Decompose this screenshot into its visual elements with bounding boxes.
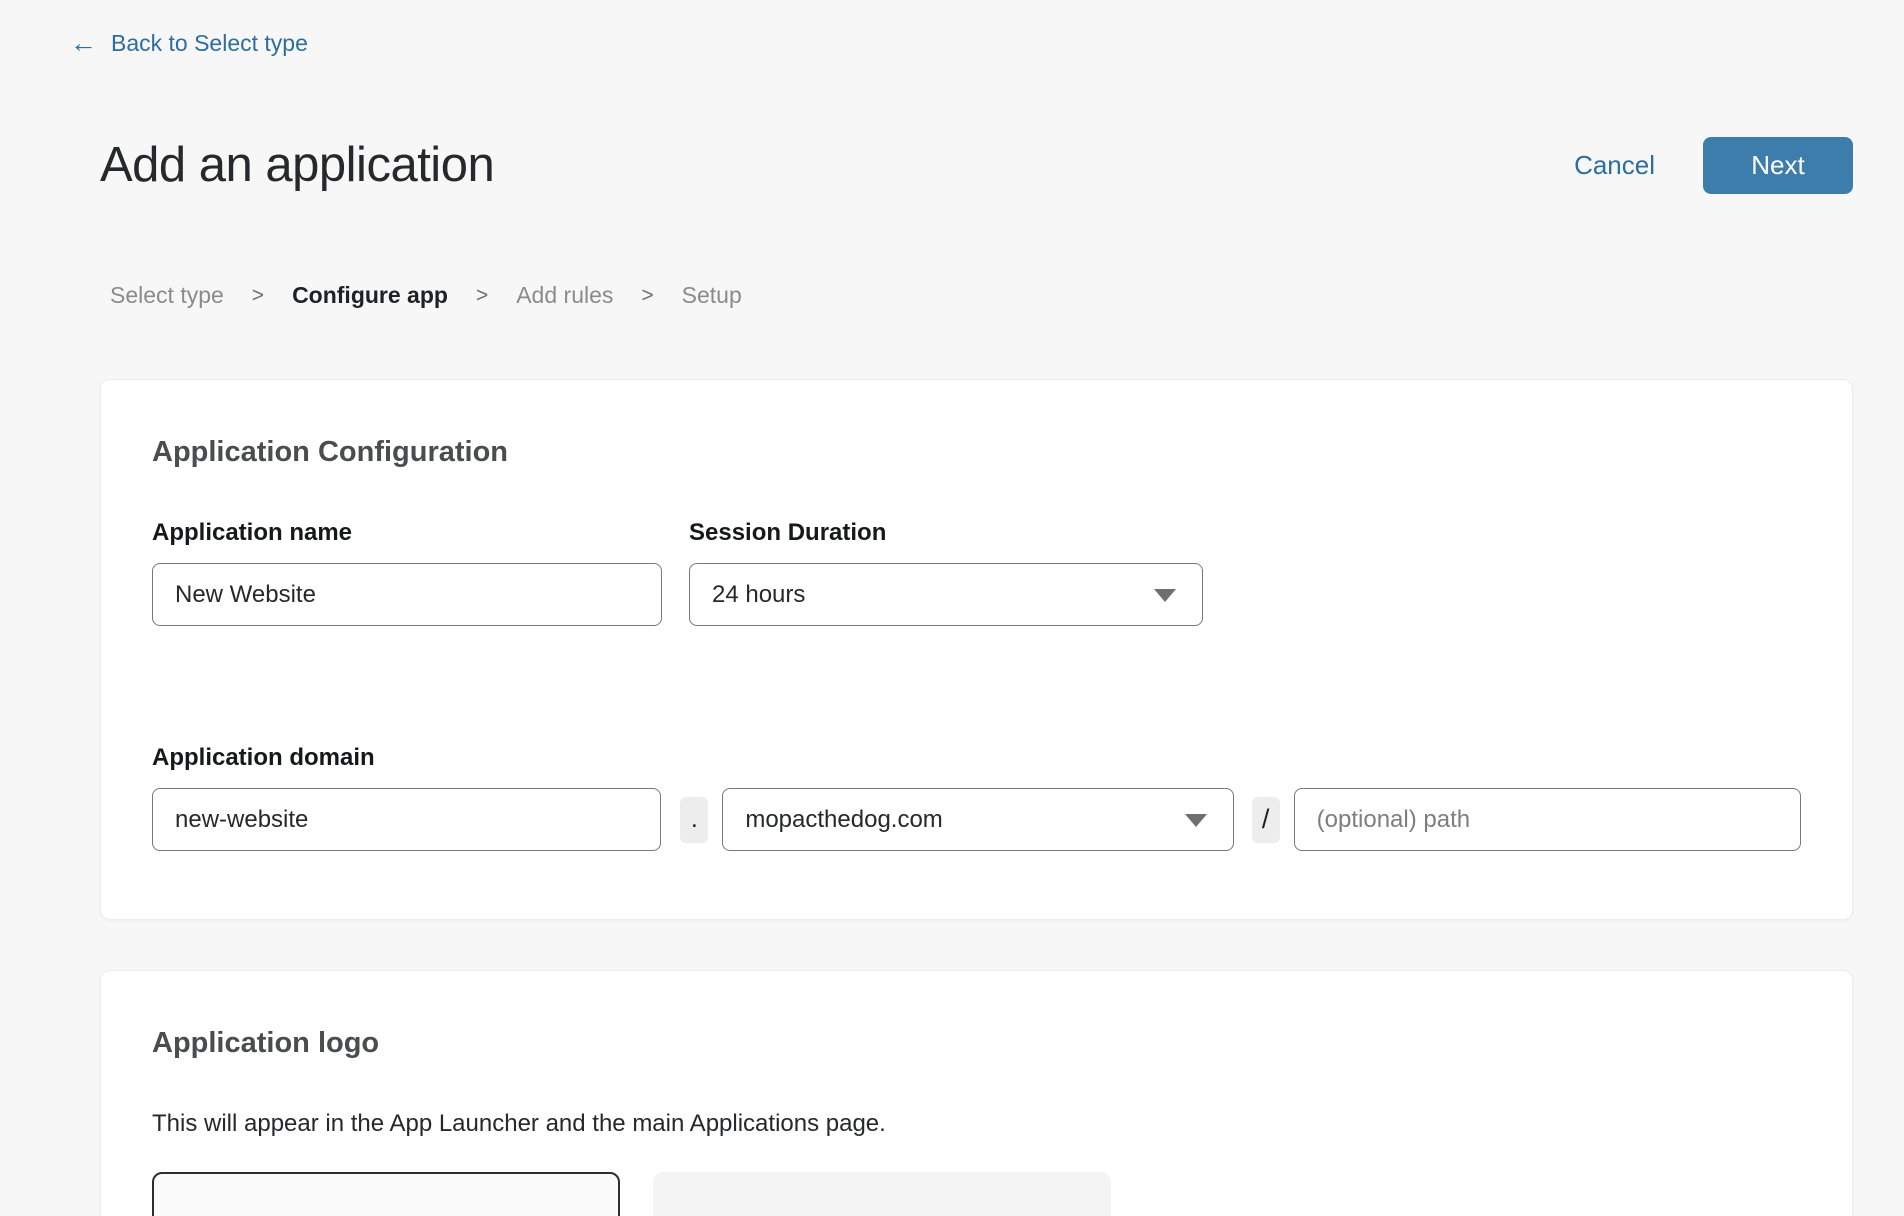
step-add-rules[interactable]: Add rules [516,282,613,309]
config-card-title: Application Configuration [152,436,1801,469]
cancel-button[interactable]: Cancel [1574,150,1655,181]
header-actions: Cancel Next [1574,137,1853,194]
slash-separator: / [1252,797,1280,843]
application-domain-field: Application domain . mopacthedog.com / [152,744,1801,851]
application-name-input[interactable] [152,563,662,626]
application-name-field: Application name [152,519,662,626]
session-duration-select[interactable]: 24 hours [689,563,1203,626]
next-button[interactable]: Next [1703,137,1853,194]
application-configuration-card: Application Configuration Application na… [100,379,1853,920]
session-duration-field: Session Duration 24 hours [689,519,1203,626]
left-arrow-icon: ← [70,30,97,57]
page-content: ← Back to Select type Add an application… [0,0,1904,1216]
name-session-row: Application name Session Duration 24 hou… [152,519,1801,626]
dot-separator: . [680,797,708,843]
back-to-select-type-link[interactable]: ← Back to Select type [70,30,308,57]
back-link-label: Back to Select type [111,30,308,57]
session-duration-value: 24 hours [712,581,805,609]
logo-card-title: Application logo [152,1027,1801,1060]
logo-card-description: This will appear in the App Launcher and… [152,1110,1801,1138]
step-separator: > [641,284,653,308]
application-domain-label: Application domain [152,744,1801,772]
step-setup[interactable]: Setup [682,282,742,309]
step-select-type[interactable]: Select type [110,282,224,309]
step-separator: > [476,284,488,308]
wizard-steps: Select type > Configure app > Add rules … [110,282,1853,309]
logo-options-row [152,1172,1801,1216]
application-name-label: Application name [152,519,662,547]
path-input[interactable] [1294,788,1801,851]
domain-select[interactable]: mopacthedog.com [722,788,1233,851]
page-title: Add an application [100,140,494,191]
step-separator: > [252,284,264,308]
chevron-down-icon [1185,814,1207,827]
logo-option-selected-box[interactable] [152,1172,620,1216]
application-logo-card: Application logo This will appear in the… [100,970,1853,1216]
application-domain-row: . mopacthedog.com / [152,788,1801,851]
chevron-down-icon [1154,589,1176,602]
domain-value: mopacthedog.com [745,806,942,834]
subdomain-input[interactable] [152,788,661,851]
logo-option-box[interactable] [653,1172,1111,1216]
step-configure-app[interactable]: Configure app [292,282,448,309]
page-header: Add an application Cancel Next [100,137,1853,194]
session-duration-label: Session Duration [689,519,1203,547]
